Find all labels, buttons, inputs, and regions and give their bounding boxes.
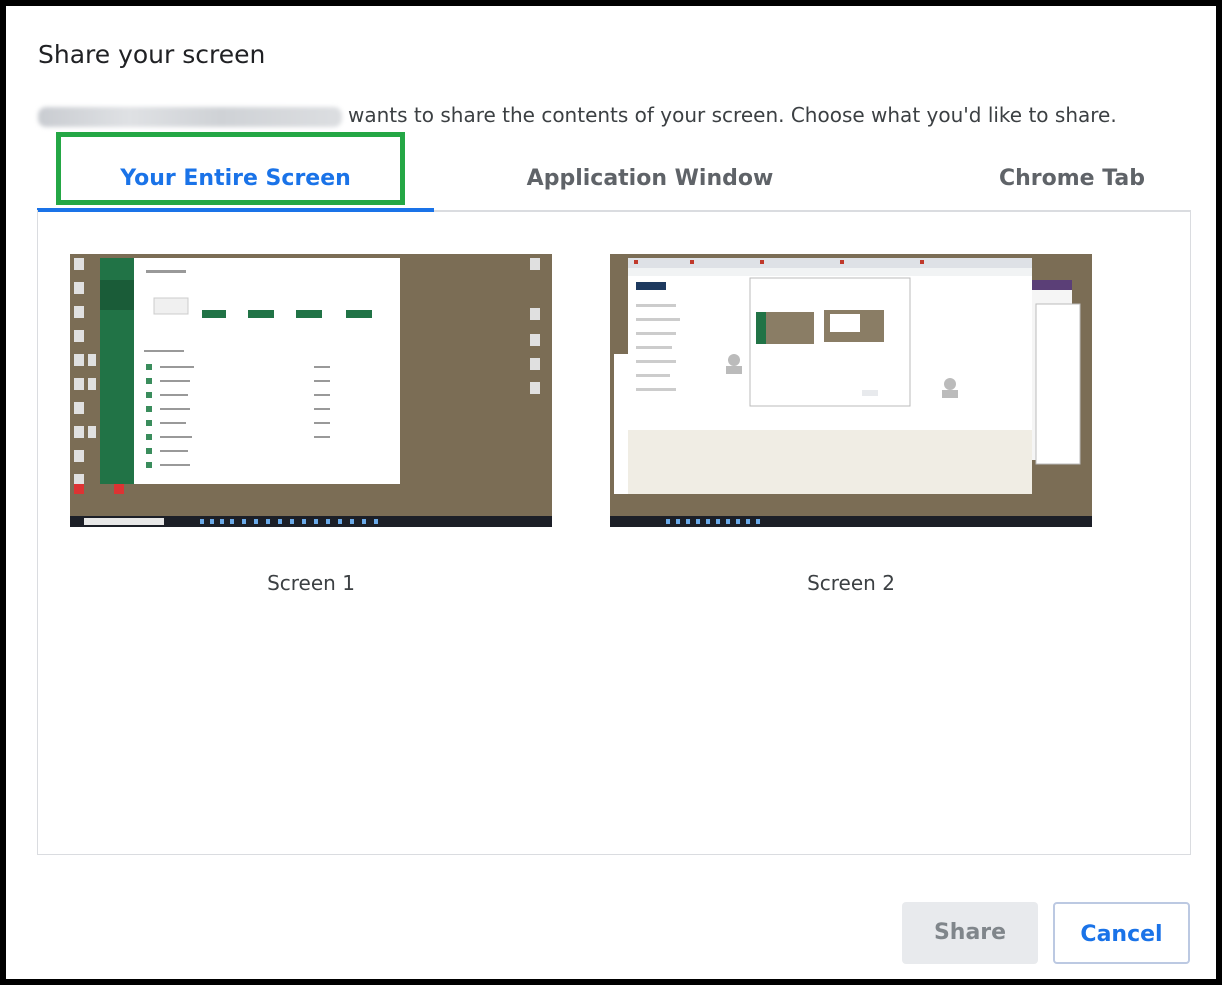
source-tabs: Your Entire Screen Application Window Ch… [37, 146, 1191, 212]
screen-2-preview-image [610, 254, 1092, 527]
share-button[interactable]: Share [902, 902, 1038, 964]
screen-2-thumbnail [610, 254, 1092, 527]
screen-1-thumbnail [70, 254, 552, 527]
dialog-title: Share your screen [38, 40, 266, 69]
tab-application-window[interactable]: Application Window [457, 146, 843, 210]
share-screen-dialog: Share your screen wants to share the con… [6, 6, 1216, 979]
screen-1-option[interactable]: Screen 1 [70, 254, 552, 595]
dialog-message: wants to share the contents of your scre… [38, 100, 1117, 130]
screen-2-label: Screen 2 [807, 571, 895, 595]
screen-1-label: Screen 1 [267, 571, 355, 595]
screen-1-preview-image [70, 254, 552, 527]
tab-entire-screen[interactable]: Your Entire Screen [37, 146, 434, 212]
screen-2-option[interactable]: Screen 2 [610, 254, 1092, 595]
source-panel: Screen 1 Screen 2 [37, 210, 1191, 855]
cancel-button[interactable]: Cancel [1053, 902, 1190, 964]
blurred-origin [38, 106, 342, 127]
tab-chrome-tab[interactable]: Chrome Tab [897, 146, 1222, 210]
dialog-message-text: wants to share the contents of your scre… [348, 103, 1117, 127]
